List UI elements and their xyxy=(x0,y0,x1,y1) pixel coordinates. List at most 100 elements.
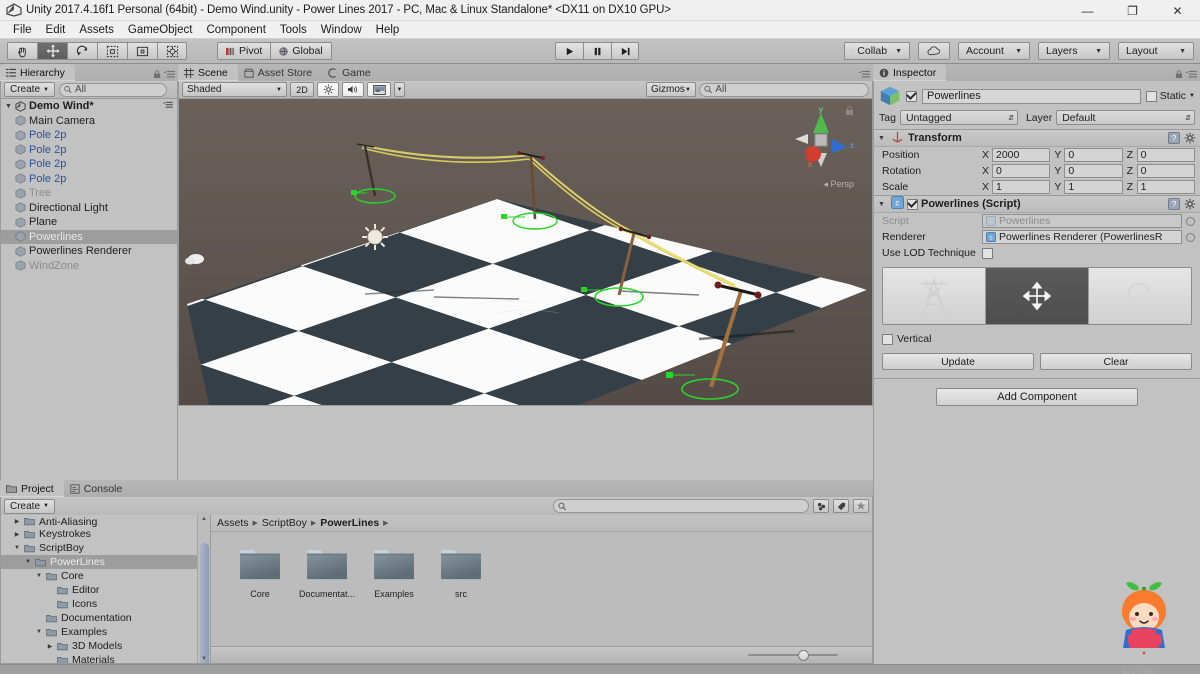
hierarchy-item[interactable]: Main Camera xyxy=(1,114,177,129)
tab-game[interactable]: Game xyxy=(322,64,381,81)
layout-button[interactable]: Layout ▼ xyxy=(1118,42,1194,60)
asset-item[interactable]: Documentat... xyxy=(299,544,355,599)
asset-item[interactable]: Examples xyxy=(371,544,417,599)
scale-x-field[interactable]: 1 xyxy=(992,180,1051,194)
asset-item[interactable]: Core xyxy=(237,544,283,599)
account-button[interactable]: Account ▼ xyxy=(958,42,1030,60)
hierarchy-item[interactable]: Directional Light xyxy=(1,201,177,216)
tree-disclosure-icon[interactable]: ▼ xyxy=(12,545,22,551)
menu-item-file[interactable]: File xyxy=(6,21,39,39)
favorites-button[interactable] xyxy=(853,499,869,513)
tab-asset-store[interactable]: Asset Store xyxy=(238,64,322,81)
chevron-down-icon[interactable]: ▼ xyxy=(878,201,887,208)
menu-item-window[interactable]: Window xyxy=(314,21,369,39)
cloud-button[interactable] xyxy=(918,42,950,60)
renderer-object-field[interactable]: c Powerlines Renderer (PowerlinesR xyxy=(982,230,1182,244)
project-tree-row[interactable]: ▶ Keystrokes xyxy=(1,527,210,541)
breadcrumb-scriptboy[interactable]: ScriptBoy xyxy=(262,517,307,529)
vertical-checkbox[interactable] xyxy=(882,333,893,345)
transform-tool-button[interactable] xyxy=(157,42,187,60)
help-icon[interactable]: ? xyxy=(1168,132,1180,144)
move-mode-button[interactable] xyxy=(986,268,1089,324)
global-button[interactable]: Global xyxy=(270,42,332,60)
effects-dropdown-button[interactable]: ▼ xyxy=(394,82,405,97)
scene-orientation-gizmo[interactable]: y z x xyxy=(788,105,858,183)
tab-hierarchy[interactable]: Hierarchy xyxy=(0,64,75,81)
minimize-button[interactable]: — xyxy=(1065,0,1110,21)
tower-mode-button[interactable] xyxy=(883,268,986,324)
menu-item-edit[interactable]: Edit xyxy=(39,21,73,39)
rotation-y-field[interactable]: 0 xyxy=(1064,164,1123,178)
project-tree-row[interactable]: Editor xyxy=(1,583,210,597)
project-create-button[interactable]: Create ▼ xyxy=(4,498,55,514)
hierarchy-search-field[interactable] xyxy=(58,82,167,97)
pivot-button[interactable]: Pivot xyxy=(217,42,271,60)
update-button[interactable]: Update xyxy=(882,353,1034,370)
breadcrumb-assets[interactable]: Assets xyxy=(217,517,249,529)
tab-project[interactable]: Project xyxy=(0,480,64,497)
tab-console[interactable]: Console xyxy=(64,480,133,497)
rect-tool-button[interactable] xyxy=(127,42,157,60)
gizmos-dropdown[interactable]: Gizmos ▼ xyxy=(646,82,696,97)
hierarchy-item[interactable]: Pole 2p xyxy=(1,128,177,143)
renderer-picker-button[interactable] xyxy=(1186,232,1195,242)
tree-disclosure-icon[interactable]: ▶ xyxy=(45,643,55,650)
project-search-input[interactable] xyxy=(569,500,804,512)
menu-item-assets[interactable]: Assets xyxy=(72,21,121,39)
refresh-mode-button[interactable] xyxy=(1089,268,1191,324)
project-tree-row[interactable]: ▼ Core xyxy=(1,569,210,583)
menu-item-gameobject[interactable]: GameObject xyxy=(121,21,200,39)
options-menu-icon[interactable] xyxy=(164,70,175,79)
scale-y-field[interactable]: 1 xyxy=(1064,180,1123,194)
asset-zoom-slider[interactable] xyxy=(748,649,838,661)
lod-checkbox[interactable] xyxy=(982,247,993,259)
hierarchy-item[interactable]: Tree xyxy=(1,186,177,201)
scroll-down-arrow[interactable]: ▼ xyxy=(201,656,207,662)
lock-icon[interactable] xyxy=(1175,70,1183,79)
move-tool-button[interactable] xyxy=(37,42,67,60)
filter-type-button[interactable] xyxy=(813,499,829,513)
chevron-down-icon[interactable]: ▼ xyxy=(878,135,887,142)
menu-item-component[interactable]: Component xyxy=(199,21,272,39)
transform-component-header[interactable]: ▼ Transform ? xyxy=(874,130,1200,147)
hierarchy-root-menu-icon[interactable] xyxy=(163,100,173,112)
help-icon[interactable]: ? xyxy=(1168,198,1180,210)
restore-button[interactable]: ❐ xyxy=(1110,0,1155,21)
tab-scene[interactable]: Scene xyxy=(178,64,238,81)
add-component-button[interactable]: Add Component xyxy=(936,388,1138,406)
lock-icon[interactable] xyxy=(153,70,161,79)
hierarchy-item[interactable]: WindZone xyxy=(1,259,177,274)
static-toggle-group[interactable]: Static ▼ xyxy=(1145,90,1195,102)
hierarchy-search-input[interactable] xyxy=(74,84,162,95)
tree-disclosure-icon[interactable]: ▼ xyxy=(23,559,33,565)
rotate-tool-button[interactable] xyxy=(67,42,97,60)
asset-item[interactable]: src xyxy=(438,544,484,599)
toggle-effects-button[interactable] xyxy=(367,82,391,97)
project-tree-row[interactable]: ▼ PowerLines xyxy=(1,555,210,569)
toggle-audio-button[interactable] xyxy=(342,82,364,97)
breadcrumb-powerlines[interactable]: PowerLines xyxy=(320,517,379,529)
toggle-lighting-button[interactable] xyxy=(317,82,339,97)
project-tree-row[interactable]: ▶ Anti-Aliasing xyxy=(1,516,210,528)
zoom-slider-knob[interactable] xyxy=(798,649,809,661)
tree-disclosure-icon[interactable]: ▶ xyxy=(12,531,22,538)
project-tree-row[interactable]: Documentation xyxy=(1,611,210,625)
project-tree-scrollbar[interactable]: ▲ ▼ xyxy=(197,515,210,663)
pause-button[interactable] xyxy=(583,42,611,60)
static-checkbox[interactable] xyxy=(1145,90,1157,102)
hierarchy-item[interactable]: Pole 2p xyxy=(1,143,177,158)
play-button[interactable] xyxy=(555,42,583,60)
options-menu-icon[interactable] xyxy=(859,70,870,79)
options-menu-icon[interactable] xyxy=(1186,70,1197,79)
position-z-field[interactable]: 0 xyxy=(1136,148,1195,162)
position-y-field[interactable]: 0 xyxy=(1064,148,1123,162)
rotation-x-field[interactable]: 0 xyxy=(992,164,1051,178)
powerlines-component-header[interactable]: ▼ c Powerlines (Script) ? xyxy=(874,196,1200,213)
scale-tool-button[interactable] xyxy=(97,42,127,60)
toggle-2d-button[interactable]: 2D xyxy=(290,82,314,97)
collab-button[interactable]: Collab ▼ xyxy=(844,42,910,60)
tree-disclosure-icon[interactable]: ▼ xyxy=(34,629,44,635)
hierarchy-create-button[interactable]: Create ▼ xyxy=(4,82,55,97)
close-button[interactable]: ✕ xyxy=(1155,0,1200,21)
tab-inspector[interactable]: Inspector xyxy=(873,64,947,81)
